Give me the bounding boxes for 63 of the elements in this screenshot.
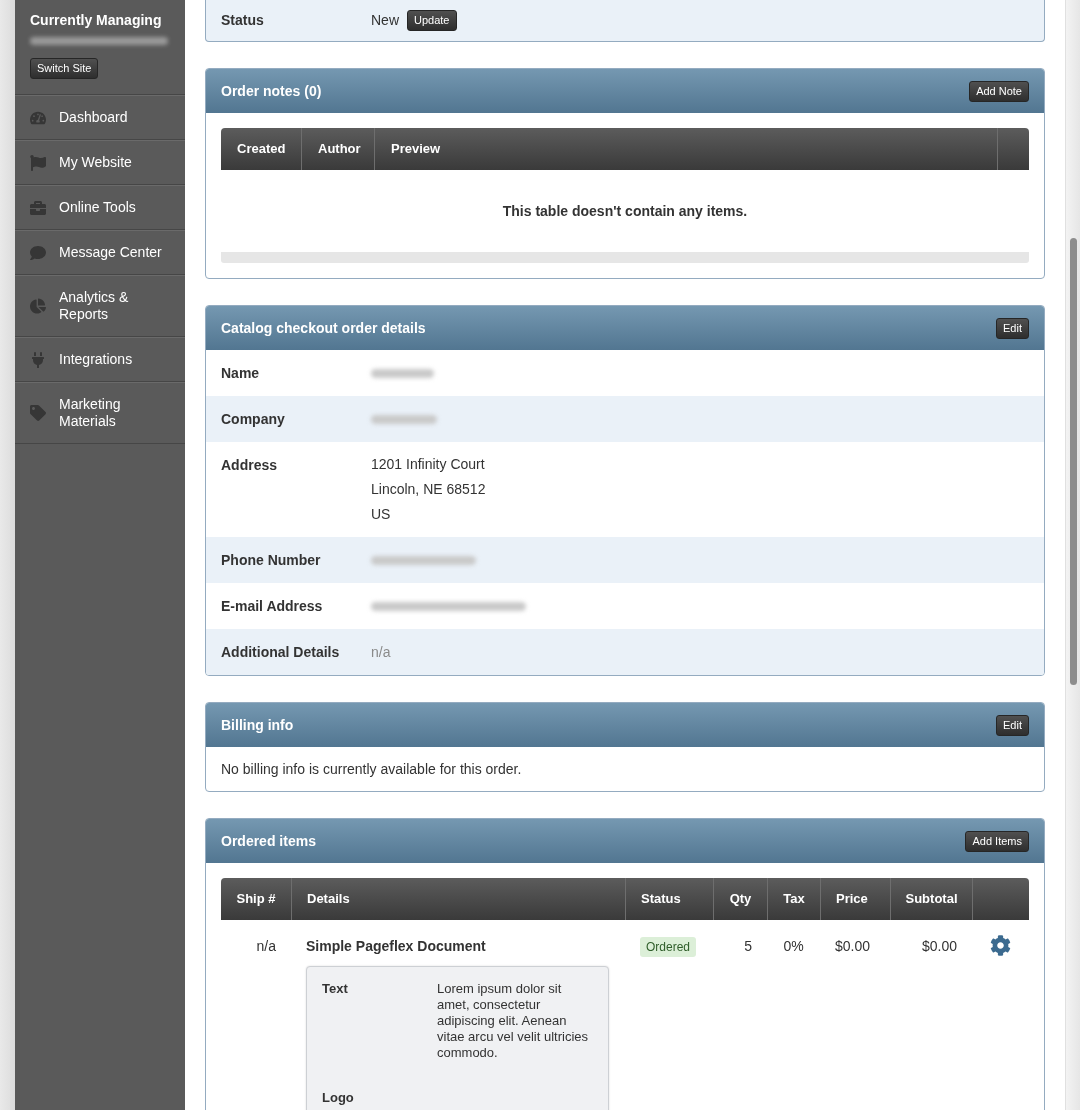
plug-icon: [30, 351, 46, 368]
status-value: New: [371, 11, 399, 30]
field-label: Logo: [322, 1090, 355, 1106]
gauge-icon: [30, 109, 46, 126]
field-value: n/a: [371, 643, 391, 662]
flag-icon: [30, 154, 46, 171]
sidebar-heading: Currently Managing: [30, 12, 163, 29]
sidebar-item[interactable]: Dashboard: [15, 95, 185, 140]
briefcase-icon: [30, 199, 46, 216]
field-label: Status: [221, 11, 265, 30]
column-header[interactable]: Created: [221, 128, 301, 170]
table-cell-text: 0%: [782, 937, 805, 956]
column-header[interactable]: Ship #: [221, 878, 291, 920]
sidebar-item[interactable]: Online Tools: [15, 185, 185, 230]
sidebar-item[interactable]: Integrations: [15, 337, 185, 382]
field-label: Company: [221, 410, 286, 429]
status-badge: Ordered: [640, 937, 697, 957]
billing-message: No billing info is currently available for this order.: [221, 760, 523, 779]
panel-title: Catalog checkout order details: [221, 318, 426, 338]
header-cell: [997, 128, 1029, 170]
scrollbar-thumb[interactable]: [1069, 238, 1077, 685]
speech-bubble-icon: [30, 244, 46, 261]
field-value: Lorem ipsum dolor sit amet, consectetur adipiscing elit. Aenean vitae arcu vel velit ultricies commodo.: [437, 981, 589, 1061]
item-name: Simple Pageflex Document: [306, 937, 487, 956]
sidebar-item[interactable]: Marketing Materials: [15, 382, 185, 444]
column-header[interactable]: Details: [291, 878, 625, 920]
panel-title: Ordered items: [221, 831, 316, 851]
panel-title: Billing info: [221, 715, 294, 735]
field-label: Address: [221, 456, 279, 475]
table-cell-text: n/a: [255, 937, 277, 956]
table-cell-text: 5: [743, 937, 753, 956]
field-label: E-mail Address: [221, 597, 324, 616]
column-header[interactable]: Tax: [767, 878, 820, 920]
table-cell-text: $0.00: [834, 937, 872, 956]
sidebar-item[interactable]: Message Center: [15, 230, 185, 275]
empty-table-message: This table doesn't contain any items.: [502, 203, 748, 219]
column-header[interactable]: Status: [625, 878, 713, 920]
column-header[interactable]: Preview: [374, 128, 997, 170]
pie-chart-icon: [30, 298, 46, 314]
settings-icon[interactable]: [990, 935, 1011, 956]
sidebar-item[interactable]: Analytics & Reports: [15, 275, 185, 337]
column-header[interactable]: Price: [820, 878, 890, 920]
update-button[interactable]: Update: [407, 10, 457, 31]
column-header[interactable]: Qty: [713, 878, 767, 920]
add-note-button[interactable]: Add Note: [969, 80, 1029, 102]
field-label: Additional Details: [221, 643, 341, 662]
column-header[interactable]: Subtotal: [890, 878, 972, 920]
panel-title: Order notes (0): [221, 81, 322, 101]
edit-button[interactable]: Edit: [996, 714, 1029, 736]
field-label: Name: [221, 364, 261, 383]
address-text: 1201 Infinity Court Lincoln, NE 68512 US: [371, 455, 486, 524]
edit-button[interactable]: Edit: [996, 317, 1029, 339]
field-label: Text: [322, 981, 349, 998]
header-cell: [972, 878, 1029, 920]
column-header[interactable]: Author: [301, 128, 374, 170]
blurred-text: [371, 368, 434, 378]
add-items-button[interactable]: Add Items: [965, 830, 1029, 852]
table-cell-text: $0.00: [920, 937, 958, 956]
blurred-text: [371, 414, 437, 424]
switch-site-button[interactable]: Switch Site: [30, 58, 99, 79]
field-label: Phone Number: [221, 551, 322, 570]
sidebar-item[interactable]: My Website: [15, 140, 185, 185]
tag-icon: [30, 405, 46, 421]
